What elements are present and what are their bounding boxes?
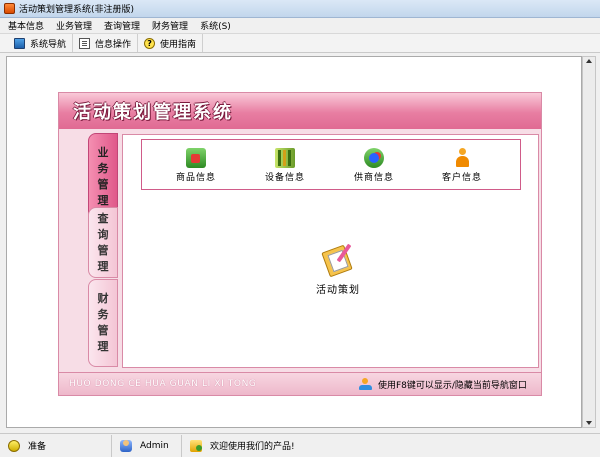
status-user: Admin	[112, 434, 182, 457]
goods-info-label: 商品信息	[175, 173, 216, 183]
tab-finance-label: 财务管理	[97, 292, 109, 353]
menu-business[interactable]: 业务管理	[56, 19, 92, 32]
nav-hint: 使用F8键可以显示/隐藏当前导航窗口	[359, 378, 527, 391]
panel-content: 商品信息 设备信息 供商信息 客户信息 活动策划	[122, 134, 539, 368]
system-nav-button[interactable]: 系统导航	[8, 34, 74, 52]
tab-query[interactable]: 查询管理	[88, 207, 118, 278]
customer-icon	[456, 148, 469, 168]
tab-business-label: 业务管理	[97, 145, 109, 207]
ready-icon	[8, 439, 20, 452]
menu-basic-info[interactable]: 基本信息	[8, 19, 44, 32]
nav-hint-text: 使用F8键可以显示/隐藏当前导航窗口	[378, 381, 527, 391]
event-plan-label: 活动策划	[316, 285, 360, 296]
event-plan-icon	[320, 243, 356, 278]
tab-finance[interactable]: 财务管理	[88, 279, 118, 367]
user-guide-label: 使用指南	[160, 39, 197, 50]
status-welcome: 欢迎使用我们的产品!	[182, 435, 382, 457]
info-operation-button[interactable]: 信息操作	[73, 34, 139, 52]
welcome-icon	[190, 439, 202, 452]
navigation-icon	[14, 37, 25, 49]
scroll-down-icon[interactable]	[586, 421, 592, 425]
menu-query[interactable]: 查询管理	[104, 19, 140, 32]
supplier-info-button[interactable]: 供商信息	[344, 148, 404, 183]
panel-footer: HUO DONG CE HUA GUAN LI XI TONG 使用F8键可以显…	[59, 372, 541, 395]
sub-module-box: 商品信息 设备信息 供商信息 客户信息	[141, 139, 521, 190]
title-bar: 活动策划管理系统(非注册版)	[0, 0, 600, 18]
supplier-icon	[364, 148, 384, 168]
menu-system[interactable]: 系统(S)	[200, 19, 231, 32]
app-icon	[4, 3, 15, 14]
info-operation-label: 信息操作	[95, 39, 132, 50]
panel-title: 活动策划管理系统	[73, 102, 233, 123]
hint-user-icon	[359, 378, 372, 391]
device-icon	[275, 148, 295, 168]
supplier-info-label: 供商信息	[353, 173, 394, 183]
customer-info-label: 客户信息	[441, 173, 482, 183]
device-info-label: 设备信息	[264, 173, 305, 183]
user-guide-button[interactable]: ? 使用指南	[138, 34, 204, 52]
device-info-button[interactable]: 设备信息	[255, 148, 315, 183]
customer-info-button[interactable]: 客户信息	[432, 148, 492, 183]
goods-icon	[186, 148, 206, 168]
help-icon: ?	[144, 37, 156, 49]
system-nav-label: 系统导航	[30, 39, 67, 50]
status-user-text: Admin	[140, 440, 169, 451]
user-icon	[120, 439, 132, 452]
scroll-up-icon[interactable]	[586, 59, 592, 63]
goods-info-button[interactable]: 商品信息	[166, 148, 226, 183]
event-plan-button[interactable]: 活动策划	[303, 243, 373, 296]
toolbar: 系统导航 信息操作 ? 使用指南	[0, 33, 600, 53]
pinyin-caption: HUO DONG CE HUA GUAN LI XI TONG	[69, 379, 257, 389]
menu-finance[interactable]: 财务管理	[152, 19, 188, 32]
status-bar: 准备 Admin 欢迎使用我们的产品!	[0, 433, 600, 457]
panel-header: 活动策划管理系统	[59, 93, 541, 129]
status-welcome-text: 欢迎使用我们的产品!	[210, 442, 295, 452]
menu-bar: 基本信息 业务管理 查询管理 财务管理 系统(S)	[0, 18, 600, 33]
tab-query-label: 查询管理	[97, 211, 109, 273]
navigation-panel: 活动策划管理系统 业务管理 查询管理 财务管理 商品信息 设备信息 供商信息 客…	[58, 92, 542, 396]
status-ready: 准备	[0, 434, 112, 457]
status-ready-text: 准备	[28, 442, 47, 452]
window-title: 活动策划管理系统(非注册版)	[19, 5, 135, 15]
info-operation-icon	[79, 37, 91, 49]
vertical-scrollbar[interactable]	[582, 56, 596, 428]
